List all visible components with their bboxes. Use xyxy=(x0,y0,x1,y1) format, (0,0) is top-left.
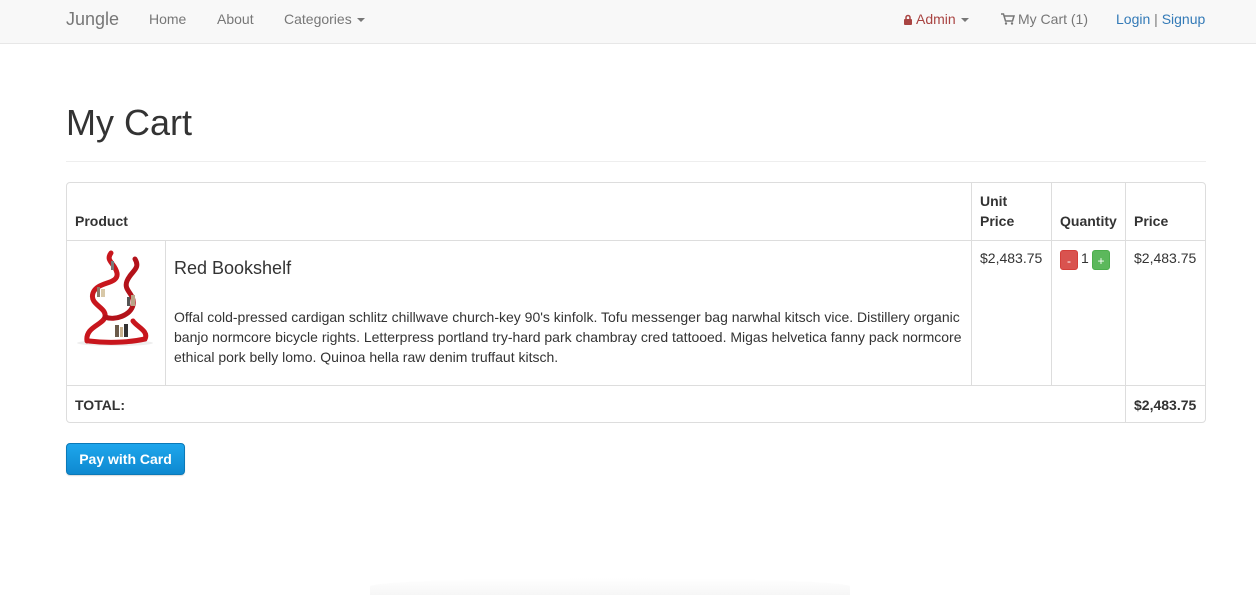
header-product: Product xyxy=(75,213,128,229)
product-name: Red Bookshelf xyxy=(174,258,292,278)
navbar: Jungle Home About Categories Admin My Ca… xyxy=(0,0,1256,44)
login-link[interactable]: Login xyxy=(1116,11,1150,27)
product-description: Offal cold-pressed cardigan schlitz chil… xyxy=(174,309,962,365)
header-row-divider xyxy=(67,240,1205,241)
auth-links: Login | Signup xyxy=(1116,11,1205,27)
unit-price-value: $2,483.75 xyxy=(980,250,1043,266)
nav-categories-dropdown[interactable]: Categories xyxy=(284,11,365,27)
decrease-quantity-button[interactable]: - xyxy=(1060,250,1078,270)
bottom-fade xyxy=(370,578,850,595)
page-title: My Cart xyxy=(66,102,192,143)
chevron-down-icon xyxy=(960,18,969,23)
total-row-divider xyxy=(67,385,1205,386)
nav-home-link[interactable]: Home xyxy=(149,11,186,27)
nav-admin-dropdown[interactable]: Admin xyxy=(903,11,969,27)
nav-about-link[interactable]: About xyxy=(217,11,254,27)
nav-cart-label: My Cart (1) xyxy=(1018,11,1088,27)
header-unit-price: Unit Price xyxy=(980,191,1014,231)
signup-link[interactable]: Signup xyxy=(1162,11,1206,27)
total-label: TOTAL: xyxy=(75,397,126,413)
increase-quantity-button[interactable]: + xyxy=(1092,250,1110,270)
chevron-down-icon xyxy=(356,18,365,23)
cart-table: Product Unit Price Quantity Price Red Bo… xyxy=(66,182,1206,423)
quantity-column-divider xyxy=(1051,183,1052,385)
total-value: $2,483.75 xyxy=(1134,397,1197,413)
quantity-value: 1 xyxy=(1081,250,1089,266)
price-column-divider xyxy=(1125,183,1126,422)
header-quantity: Quantity xyxy=(1060,213,1117,229)
header-unit-price-line2: Price xyxy=(980,213,1015,229)
header-price: Price xyxy=(1134,213,1169,229)
brand-link[interactable]: Jungle xyxy=(66,9,119,29)
auth-separator: | xyxy=(1154,11,1158,27)
line-price-value: $2,483.75 xyxy=(1134,250,1197,266)
nav-categories-label: Categories xyxy=(284,11,352,27)
product-image xyxy=(75,247,155,349)
image-column-divider xyxy=(165,240,166,385)
pay-with-card-button[interactable]: Pay with Card xyxy=(66,443,185,475)
shopping-cart-icon xyxy=(1001,13,1016,25)
header-unit-price-line1: Unit xyxy=(980,193,1008,209)
page-header-divider xyxy=(66,161,1206,162)
unit-price-column-divider xyxy=(971,183,972,385)
nav-cart-link[interactable]: My Cart (1) xyxy=(1001,11,1088,27)
lock-icon xyxy=(904,14,912,25)
nav-admin-label: Admin xyxy=(916,11,956,27)
